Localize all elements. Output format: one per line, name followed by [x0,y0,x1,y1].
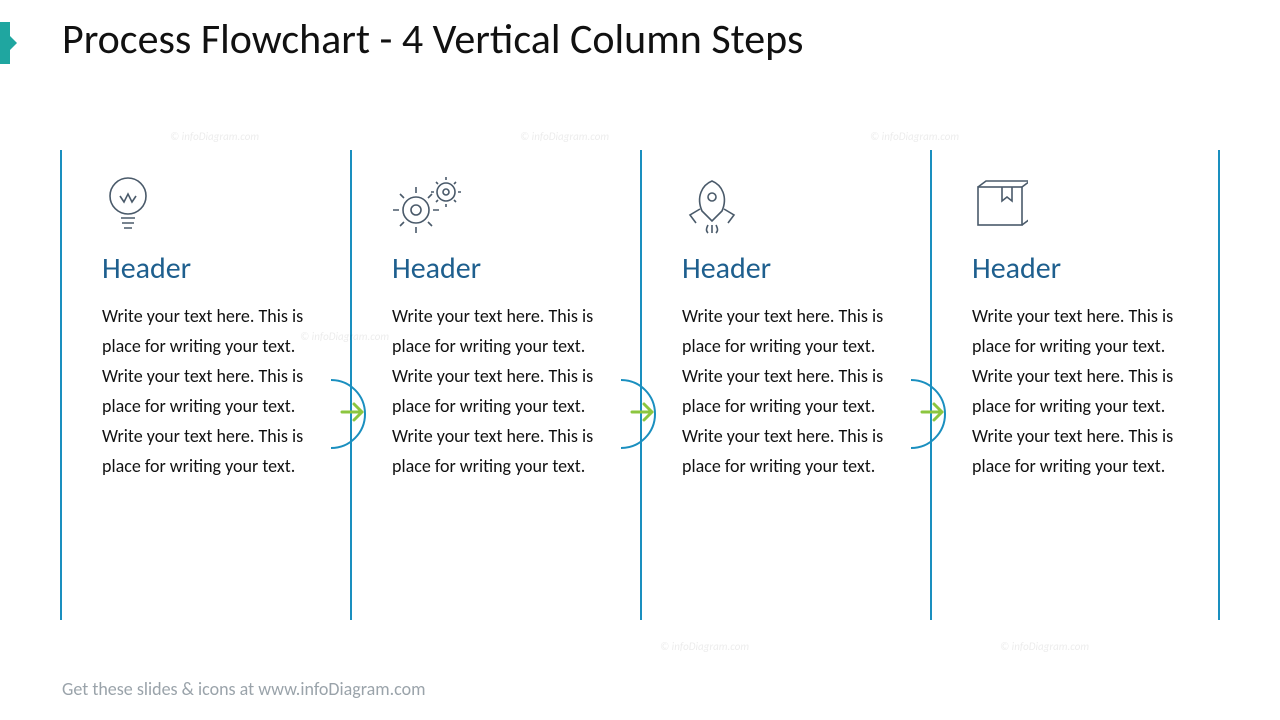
watermark: © infoDiagram.com [170,130,259,143]
step-header: Header [392,250,614,287]
page-title: Process Flowchart - 4 Vertical Column St… [62,14,803,65]
columns-container: Header Write your text here. This is pla… [60,150,1220,620]
flow-arrow-1 [324,384,380,440]
step-body: Write your text here. This is place for … [102,301,324,481]
rocket-icon [682,168,904,242]
step-column-2: Header Write your text here. This is pla… [350,150,640,620]
step-header: Header [682,250,904,287]
flow-arrow-2 [614,384,670,440]
step-header: Header [102,250,324,287]
arrow-right-icon [920,400,946,429]
slide: Process Flowchart - 4 Vertical Column St… [0,0,1280,720]
step-body: Write your text here. This is place for … [972,301,1192,481]
flow-arrow-3 [904,384,960,440]
watermark: © infoDiagram.com [520,130,609,143]
lightbulb-icon [102,168,324,242]
watermark: © infoDiagram.com [660,640,749,653]
watermark: © infoDiagram.com [300,330,389,343]
step-body: Write your text here. This is place for … [392,301,614,481]
gears-icon [392,168,614,242]
step-header: Header [972,250,1192,287]
arrow-right-icon [630,400,656,429]
accent-tab [0,22,10,64]
watermark: © infoDiagram.com [870,130,959,143]
footer-text: Get these slides & icons at www.infoDiag… [62,678,426,700]
step-column-4: Header Write your text here. This is pla… [930,150,1220,620]
arrow-right-icon [340,400,366,429]
step-column-1: Header Write your text here. This is pla… [60,150,350,620]
box-icon [972,168,1192,242]
step-body: Write your text here. This is place for … [682,301,904,481]
step-column-3: Header Write your text here. This is pla… [640,150,930,620]
watermark: © infoDiagram.com [1000,640,1089,653]
